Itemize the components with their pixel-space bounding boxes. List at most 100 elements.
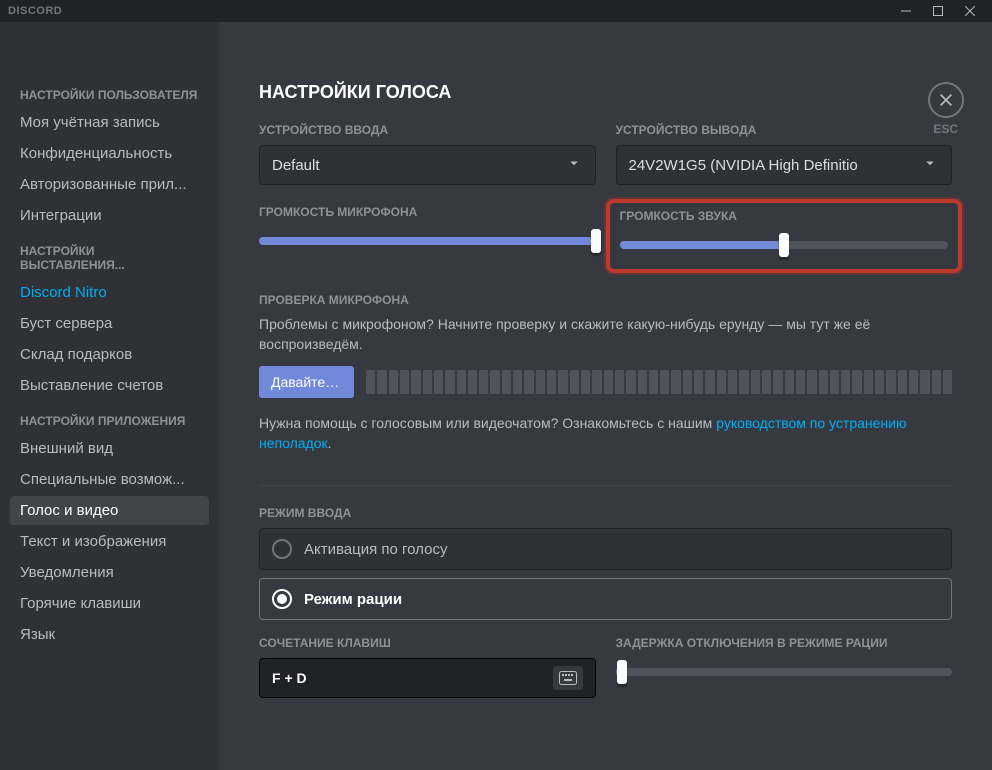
- level-bar: [615, 370, 624, 394]
- level-bar: [377, 370, 386, 394]
- sidebar-item[interactable]: Конфиденциальность: [10, 139, 209, 168]
- release-delay-slider[interactable]: [616, 658, 953, 686]
- level-bar: [400, 370, 409, 394]
- mic-test-row: Давайте пр...: [259, 366, 952, 398]
- radio-label: Режим рации: [304, 591, 402, 608]
- level-bar: [717, 370, 726, 394]
- level-bar: [457, 370, 466, 394]
- window-close-button[interactable]: [956, 1, 984, 21]
- sidebar-header: НАСТРОЙКИ ВЫСТАВЛЕНИЯ...: [10, 238, 209, 278]
- radio-circle-icon: [272, 539, 292, 559]
- level-bar: [366, 370, 375, 394]
- level-bar: [524, 370, 533, 394]
- slider-fill: [620, 241, 784, 249]
- level-bar: [739, 370, 748, 394]
- level-bar: [864, 370, 873, 394]
- sidebar-item[interactable]: Язык: [10, 620, 209, 649]
- input-volume-slider[interactable]: [259, 227, 596, 255]
- app-body: НАСТРОЙКИ ПОЛЬЗОВАТЕЛЯМоя учётная запись…: [0, 22, 992, 770]
- level-bar: [785, 370, 794, 394]
- titlebar-title: DISCORD: [8, 5, 62, 17]
- close-icon: [937, 91, 955, 109]
- output-device-label: УСТРОЙСТВО ВЫВОДА: [616, 123, 953, 137]
- titlebar-controls: [892, 1, 984, 21]
- app-window: DISCORD НАСТРОЙКИ ПОЛЬЗОВАТЕЛЯМоя учётна…: [0, 0, 992, 770]
- window-maximize-button[interactable]: [924, 1, 952, 21]
- level-bar: [796, 370, 805, 394]
- level-bar: [909, 370, 918, 394]
- close-settings-label: ESC: [933, 122, 958, 136]
- level-bar: [479, 370, 488, 394]
- input-device-select[interactable]: Default: [259, 145, 596, 185]
- release-delay-label: ЗАДЕРЖКА ОТКЛЮЧЕНИЯ В РЕЖИМЕ РАЦИИ: [616, 636, 953, 650]
- sidebar-item[interactable]: Специальные возмож...: [10, 465, 209, 494]
- level-bar: [671, 370, 680, 394]
- level-bar: [547, 370, 556, 394]
- input-device-value: Default: [272, 157, 320, 174]
- output-device-select[interactable]: 24V2W1G5 (NVIDIA High Definitio: [616, 145, 953, 185]
- level-bar: [490, 370, 499, 394]
- radio-label: Активация по голосу: [304, 541, 447, 558]
- sidebar-item[interactable]: Моя учётная запись: [10, 108, 209, 137]
- input-device-label: УСТРОЙСТВО ВВОДА: [259, 123, 596, 137]
- level-bar: [875, 370, 884, 394]
- level-bar: [626, 370, 635, 394]
- chevron-down-icon: [921, 154, 939, 176]
- chevron-down-icon: [565, 154, 583, 176]
- window-minimize-button[interactable]: [892, 1, 920, 21]
- output-volume-label: ГРОМКОСТЬ ЗВУКА: [620, 209, 949, 223]
- shortcut-input[interactable]: F + D: [259, 658, 596, 698]
- shortcut-value: F + D: [272, 670, 307, 686]
- sidebar-item[interactable]: Голос и видео: [10, 496, 209, 525]
- level-bar: [558, 370, 567, 394]
- level-bar: [683, 370, 692, 394]
- output-volume-slider[interactable]: [620, 231, 949, 259]
- divider: [259, 485, 952, 486]
- output-volume-col: ГРОМКОСТЬ ЗВУКА: [616, 205, 953, 273]
- level-bar: [502, 370, 511, 394]
- radio-option[interactable]: Активация по голосу: [259, 528, 952, 570]
- sidebar-header: НАСТРОЙКИ ПОЛЬЗОВАТЕЛЯ: [10, 82, 209, 108]
- radio-option[interactable]: Режим рации: [259, 578, 952, 620]
- level-bar: [638, 370, 647, 394]
- input-volume-label: ГРОМКОСТЬ МИКРОФОНА: [259, 205, 596, 219]
- input-device-col: УСТРОЙСТВО ВВОДА Default: [259, 123, 596, 185]
- sidebar-item[interactable]: Буст сервера: [10, 309, 209, 338]
- input-volume-col: ГРОМКОСТЬ МИКРОФОНА: [259, 205, 596, 273]
- sidebar-item[interactable]: Авторизованные прил...: [10, 170, 209, 199]
- sidebar-item[interactable]: Горячие клавиши: [10, 589, 209, 618]
- settings-sidebar[interactable]: НАСТРОЙКИ ПОЛЬЗОВАТЕЛЯМоя учётная запись…: [0, 22, 219, 770]
- level-bar: [592, 370, 601, 394]
- level-bar: [886, 370, 895, 394]
- ptt-config-row: СОЧЕТАНИЕ КЛАВИШ F + D ЗАДЕРЖКА ОТКЛЮЧЕН…: [259, 636, 952, 698]
- radio-circle-icon: [272, 589, 292, 609]
- level-bar: [841, 370, 850, 394]
- sidebar-item[interactable]: Уведомления: [10, 558, 209, 587]
- voice-help-prefix: Нужна помощь с голосовым или видеочатом?…: [259, 415, 716, 431]
- mic-level-meter: [366, 370, 952, 394]
- level-bar: [660, 370, 669, 394]
- level-bar: [898, 370, 907, 394]
- slider-thumb[interactable]: [779, 233, 789, 257]
- sidebar-item[interactable]: Интеграции: [10, 201, 209, 230]
- sidebar-item[interactable]: Склад подарков: [10, 340, 209, 369]
- level-bar: [819, 370, 828, 394]
- level-bar: [728, 370, 737, 394]
- level-bar: [649, 370, 658, 394]
- keyboard-icon: [553, 666, 583, 690]
- sidebar-item[interactable]: Discord Nitro: [10, 278, 209, 307]
- level-bar: [423, 370, 432, 394]
- mic-test-button[interactable]: Давайте пр...: [259, 366, 354, 398]
- close-settings-button[interactable]: [928, 82, 964, 118]
- sidebar-item[interactable]: Текст и изображения: [10, 527, 209, 556]
- release-delay-col: ЗАДЕРЖКА ОТКЛЮЧЕНИЯ В РЕЖИМЕ РАЦИИ: [616, 636, 953, 698]
- level-bar: [389, 370, 398, 394]
- sidebar-item[interactable]: Выставление счетов: [10, 371, 209, 400]
- level-bar: [830, 370, 839, 394]
- slider-thumb[interactable]: [591, 229, 601, 253]
- level-bar: [920, 370, 929, 394]
- level-bar: [852, 370, 861, 394]
- slider-thumb[interactable]: [617, 660, 627, 684]
- input-mode-radio-group: Активация по голосу Режим рации: [259, 528, 952, 620]
- sidebar-item[interactable]: Внешний вид: [10, 434, 209, 463]
